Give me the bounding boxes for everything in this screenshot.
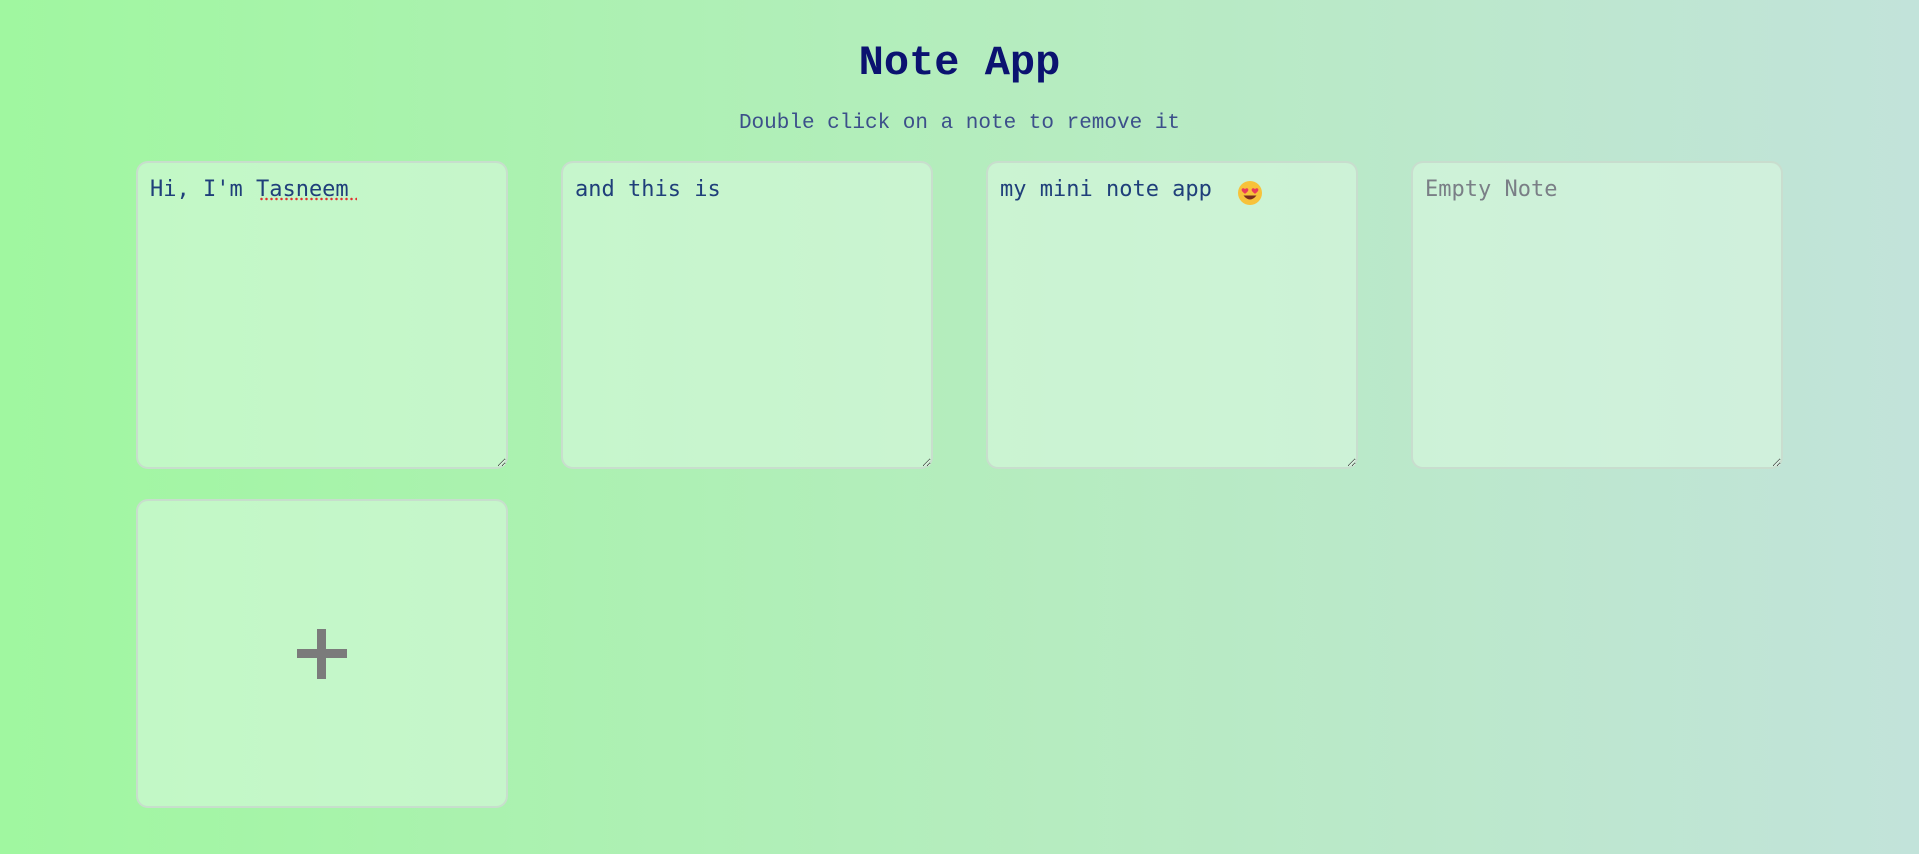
note-textarea[interactable]: [561, 161, 933, 469]
add-note-button[interactable]: [136, 499, 508, 808]
app-title: Note App: [858, 39, 1061, 87]
note-textarea[interactable]: [136, 161, 508, 469]
note-textarea[interactable]: [986, 161, 1358, 469]
note-textarea[interactable]: [1411, 161, 1783, 469]
plus-icon: [297, 628, 347, 679]
app-subtitle: Double click on a note to remove it: [738, 112, 1181, 135]
